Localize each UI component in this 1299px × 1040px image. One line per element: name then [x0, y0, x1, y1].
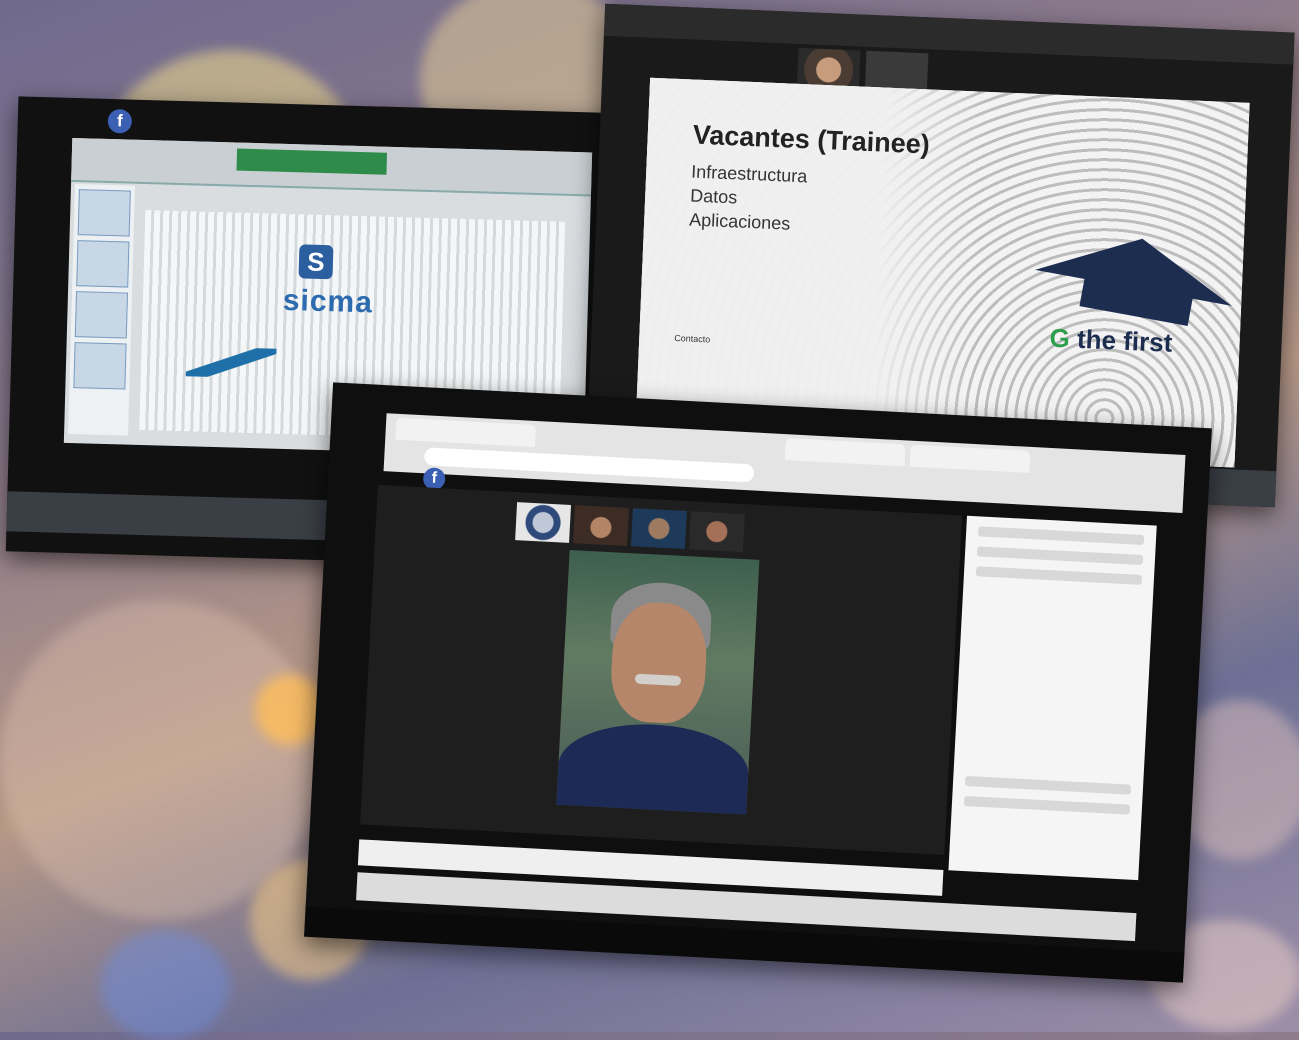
active-speaker-video [556, 549, 760, 815]
side-panel [948, 515, 1157, 881]
facebook-icon: f [107, 108, 133, 134]
address-bar [423, 447, 755, 483]
video-call-area [360, 484, 963, 855]
participant-video [630, 508, 687, 549]
panel-row [975, 566, 1143, 585]
brand-mark-icon: G [1049, 322, 1071, 354]
slide-thumbnail [74, 291, 129, 339]
area-item: Aplicaciones [688, 209, 791, 234]
speaker-face [608, 600, 709, 726]
sicma-logo-text: sicma [282, 283, 374, 320]
speaker-jacket [556, 719, 751, 815]
slide-thumbnail [76, 240, 130, 288]
sicma-logo-icon: S [298, 244, 334, 280]
slide-thumbnail [77, 189, 131, 237]
participant-video [688, 511, 745, 553]
participant-video [573, 505, 629, 546]
participant-strip [515, 502, 745, 553]
browser-tab [784, 438, 906, 467]
bokeh-light [100, 930, 230, 1040]
brand-name: the first [1076, 323, 1173, 358]
panel-row [963, 795, 1131, 815]
slide-thumbnail [73, 342, 127, 390]
photo-monitor-videocall: f [304, 382, 1212, 983]
brand-logo: G the first [1049, 323, 1173, 359]
panel-row [976, 546, 1144, 565]
panel-row [964, 775, 1132, 795]
window-title-bar [603, 3, 1295, 65]
browser-tab [909, 444, 1031, 473]
panel-row [977, 526, 1145, 545]
browser-tab [395, 417, 537, 448]
slide-areas: Infraestructura Datos Aplicaciones [689, 160, 808, 237]
participant-video [515, 502, 572, 543]
contact-heading: Contacto [674, 332, 711, 345]
slide-thumbnails [68, 184, 136, 436]
ribbon-toolbar [71, 137, 593, 197]
wave-graphic [185, 346, 277, 379]
ribbon-tab-highlight [236, 148, 388, 175]
